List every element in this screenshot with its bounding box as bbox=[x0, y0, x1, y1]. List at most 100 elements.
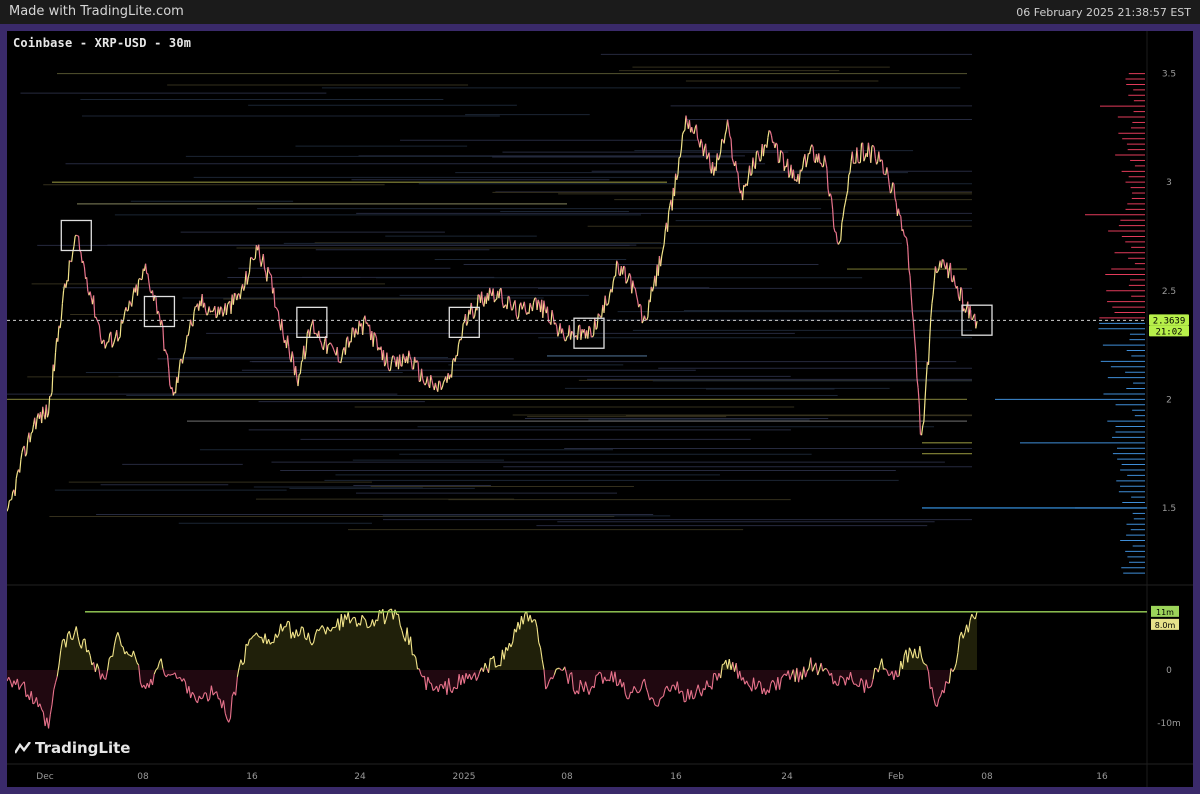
price-segment bbox=[262, 253, 266, 269]
chart-svg[interactable]: 2.363921:02 3.5 3 2.5 2 1.5 11m 8.0m 0 -10m Dec 08 1… bbox=[7, 31, 1193, 787]
price-segment bbox=[881, 160, 885, 174]
price-segment bbox=[903, 235, 906, 238]
price-segment bbox=[341, 350, 344, 358]
price-segment bbox=[438, 380, 441, 383]
price-segment bbox=[212, 309, 215, 313]
price-segment bbox=[308, 327, 312, 338]
oscillator-segment bbox=[200, 697, 203, 700]
price-segment bbox=[905, 238, 909, 247]
heatmap-layer bbox=[7, 53, 1147, 531]
price-segment bbox=[68, 259, 71, 262]
oscillator-segment bbox=[806, 667, 810, 672]
price-segment bbox=[408, 350, 411, 357]
price-segment bbox=[281, 318, 284, 335]
price-segment bbox=[51, 364, 54, 393]
price-segment bbox=[900, 216, 903, 231]
price-segment bbox=[35, 418, 38, 430]
price-segment bbox=[155, 297, 158, 314]
price-segment bbox=[532, 298, 536, 303]
app-credit: Made with TradingLite.com bbox=[9, 4, 184, 19]
price-segment bbox=[843, 202, 846, 208]
oscillator-high-label: 11m bbox=[1156, 608, 1174, 617]
price-segment bbox=[45, 404, 49, 418]
price-segment bbox=[825, 162, 828, 169]
price-segment bbox=[498, 288, 501, 299]
price-segment bbox=[862, 142, 865, 162]
price-segment bbox=[82, 260, 85, 267]
price-segment bbox=[372, 332, 375, 347]
oscillator-segment bbox=[167, 673, 171, 676]
price-segment bbox=[327, 343, 330, 346]
price-segment bbox=[859, 143, 863, 163]
price-segment bbox=[450, 360, 454, 378]
price-segment bbox=[768, 129, 771, 132]
time-axis-tick: 16 bbox=[1096, 772, 1108, 782]
price-segment bbox=[837, 241, 841, 245]
price-segment bbox=[805, 160, 808, 168]
price-series bbox=[7, 115, 978, 512]
price-segment bbox=[569, 331, 573, 340]
price-segment bbox=[932, 280, 935, 295]
price-segment bbox=[893, 184, 896, 199]
price-segment bbox=[748, 165, 752, 176]
price-segment bbox=[214, 306, 217, 318]
price-segment bbox=[54, 338, 58, 353]
price-segment bbox=[364, 315, 367, 324]
price-segment bbox=[83, 266, 87, 279]
price-segment bbox=[883, 173, 885, 176]
price-segment bbox=[691, 126, 694, 133]
price-segment bbox=[612, 276, 615, 282]
price-segment bbox=[98, 325, 102, 338]
time-axis-tick: 2025 bbox=[453, 772, 476, 782]
price-segment bbox=[668, 205, 671, 213]
price-segment bbox=[310, 323, 313, 328]
annotation-box bbox=[143, 295, 176, 328]
price-segment bbox=[234, 292, 237, 295]
price-segment bbox=[915, 352, 918, 379]
price-segment bbox=[350, 327, 353, 343]
price-segment bbox=[621, 265, 625, 275]
price-segment bbox=[728, 127, 731, 137]
price-segment bbox=[872, 145, 875, 148]
price-segment bbox=[873, 147, 876, 159]
time-axis-tick: 08 bbox=[137, 772, 149, 782]
price-segment bbox=[263, 268, 267, 273]
chart-area[interactable]: 2.3639 21:02 3.5 3 2.5 2 1.5 11m 8.0m 0 -10m Dec 08 1… bbox=[7, 31, 1193, 787]
price-segment bbox=[375, 338, 379, 351]
price-segment bbox=[123, 311, 126, 320]
price-segment bbox=[218, 306, 222, 315]
price-segment bbox=[696, 138, 700, 142]
price-segment bbox=[908, 268, 911, 276]
price-segment bbox=[626, 277, 629, 282]
price-segment bbox=[298, 373, 301, 375]
price-segment bbox=[787, 158, 790, 178]
price-segment bbox=[166, 355, 170, 369]
oscillator-segment bbox=[722, 663, 725, 666]
price-segment bbox=[457, 339, 461, 345]
price-segment bbox=[857, 161, 860, 164]
price-segment bbox=[589, 327, 592, 337]
oscillator-segment bbox=[884, 668, 888, 671]
price-segment bbox=[31, 424, 35, 433]
price-segment bbox=[42, 406, 45, 415]
price-segment bbox=[924, 379, 927, 400]
price-segment bbox=[757, 150, 760, 157]
price-segment bbox=[305, 333, 308, 351]
price-segment bbox=[467, 309, 470, 322]
price-segment bbox=[401, 353, 404, 367]
price-segment bbox=[959, 287, 962, 301]
price-segment bbox=[594, 317, 597, 330]
price-segment bbox=[275, 307, 278, 310]
time-axis-tick: 08 bbox=[981, 772, 993, 782]
price-segment bbox=[454, 355, 457, 362]
price-segment bbox=[940, 259, 943, 268]
price-segment bbox=[561, 328, 565, 336]
price-segment bbox=[724, 129, 728, 135]
price-segment bbox=[126, 309, 129, 312]
top-bar: Made with TradingLite.com 06 February 20… bbox=[0, 0, 1200, 24]
price-segment bbox=[139, 277, 142, 281]
price-segment bbox=[456, 344, 460, 356]
time-axis-tick: 16 bbox=[670, 772, 682, 782]
price-segment bbox=[811, 144, 814, 148]
price-segment bbox=[15, 472, 18, 479]
